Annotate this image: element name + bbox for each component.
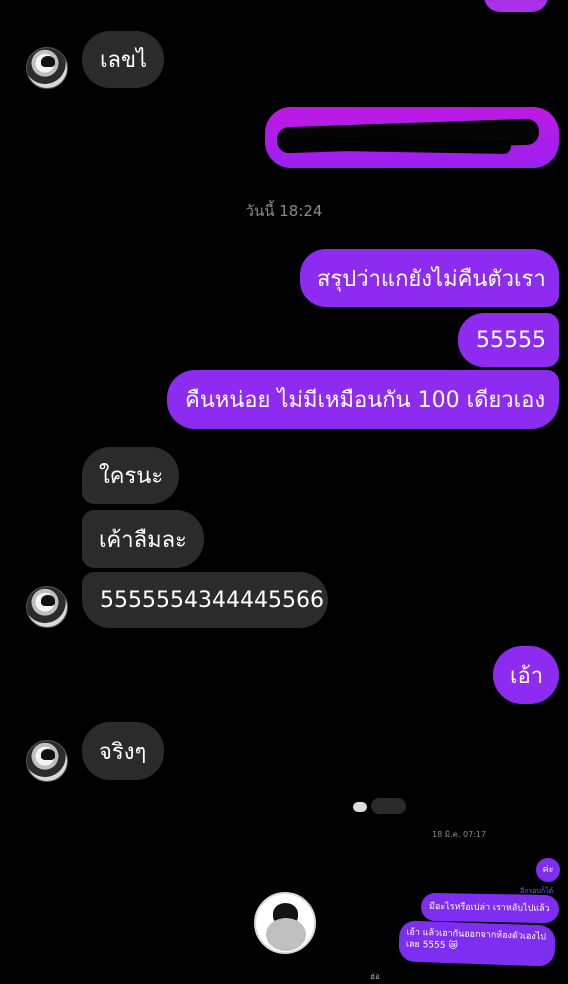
embedded-message-1: มีอะไรหรือเปล่า เราหลับไปแล้ว xyxy=(420,892,560,924)
embedded-avatar-icon[interactable] xyxy=(254,892,316,954)
embedded-small-bubble: ค่ะ xyxy=(536,858,560,882)
outgoing-message-3: คืนหน่อย ไม่มีเหมือนกัน 100 เดียวเอง xyxy=(167,370,559,429)
message-text: 55555 xyxy=(476,327,546,353)
incoming-message-3: เค้าลืมละ xyxy=(82,510,204,568)
message-text: เลขไ xyxy=(100,48,148,73)
outgoing-message-4: เอ้า xyxy=(493,646,559,704)
embedded-screenshot: 18 มิ.ค. 07:17 ค่ะ อีกรอบก็ได้ มีอะไรหรื… xyxy=(0,780,568,984)
message-text: คืนหน่อย ไม่มีเหมือนกัน 100 เดียวเอง xyxy=(185,388,546,413)
incoming-message-4: 5555554344445566 xyxy=(82,572,328,628)
message-text: 5555554344445566 xyxy=(100,587,324,613)
embedded-footer-text: ฮ่อ xyxy=(370,972,380,981)
outgoing-message-2: 55555 xyxy=(458,313,559,367)
avatar-icon[interactable] xyxy=(26,740,68,782)
message-text: เค้าลืมละ xyxy=(99,527,187,553)
incoming-message-5: จริงๆ xyxy=(82,722,164,780)
message-text: จริงๆ xyxy=(99,739,147,765)
message-text: เอ้า xyxy=(510,663,544,689)
conversation-timestamp: วันนี้ 18:24 xyxy=(245,202,323,220)
avatar-icon[interactable] xyxy=(26,586,68,628)
embedded-partial-bubbles xyxy=(353,798,407,816)
embedded-timestamp: 18 มิ.ค. 07:17 xyxy=(432,830,487,839)
outgoing-message-1: สรุปว่าแกยังไม่คืนตัวเรา xyxy=(300,249,559,307)
incoming-message-1: เลขไ xyxy=(82,31,164,88)
avatar-icon[interactable] xyxy=(26,47,68,89)
embedded-message-2: เอ้า แล้วเอากันออกจากห้องตัวเองไป เลย 55… xyxy=(398,920,556,967)
partial-outgoing-bubble xyxy=(484,0,548,12)
redacted-outgoing-message xyxy=(265,107,559,168)
incoming-message-2: ใครนะ xyxy=(82,447,179,504)
message-text: ใครนะ xyxy=(99,464,164,489)
message-text: สรุปว่าแกยังไม่คืนตัวเรา xyxy=(317,266,546,292)
